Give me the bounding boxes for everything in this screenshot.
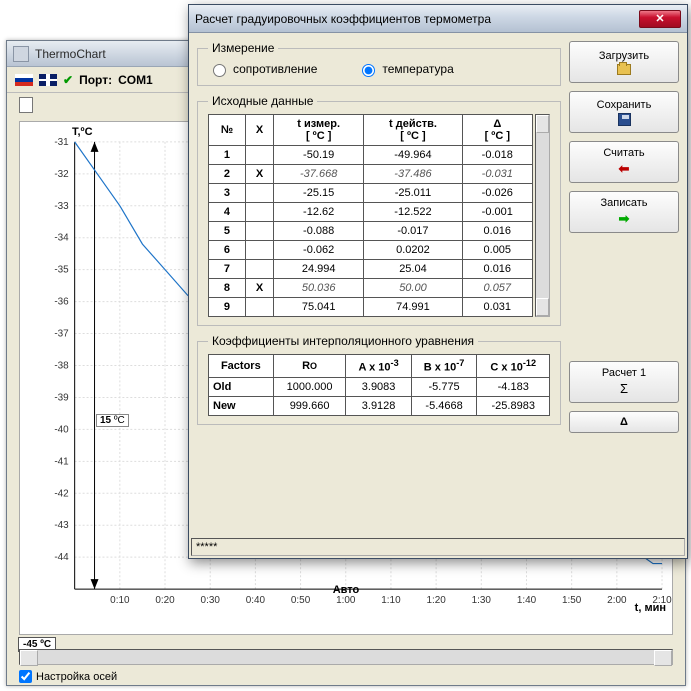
table-row[interactable]: 4-12.62-12.522-0.001: [209, 203, 533, 222]
svg-text:-36: -36: [54, 297, 69, 308]
cursor-value: 15: [100, 415, 111, 426]
svg-text:0:50: 0:50: [291, 595, 311, 606]
dialog-title: Расчет градуировочных коэффициентов терм…: [195, 12, 491, 26]
delta-button[interactable]: Δ: [569, 411, 679, 433]
close-button[interactable]: ✕: [639, 10, 681, 28]
table-row: Old1000.0003.9083-5.775-4.183: [209, 377, 550, 396]
source-table[interactable]: № X t измер.[ ºC ] t действ.[ ºC ] Δ[ ºC…: [208, 114, 533, 317]
svg-text:1:30: 1:30: [472, 595, 492, 606]
svg-text:2:00: 2:00: [607, 595, 627, 606]
dialog-titlebar[interactable]: Расчет градуировочных коэффициентов терм…: [189, 5, 687, 33]
coef-col-r0: RO: [273, 355, 346, 378]
coef-col-a: A x 10-3: [346, 355, 411, 378]
table-row[interactable]: 6-0.0620.02020.005: [209, 241, 533, 260]
table-row[interactable]: 8X50.03650.000.057: [209, 279, 533, 298]
svg-text:-38: -38: [54, 360, 69, 371]
svg-text:0:40: 0:40: [246, 595, 266, 606]
table-row[interactable]: 2X-37.668-37.486-0.031: [209, 165, 533, 184]
save-button[interactable]: Сохранить: [569, 91, 679, 133]
svg-text:1:20: 1:20: [426, 595, 446, 606]
x-axis-label: t, мин: [635, 602, 666, 614]
write-button[interactable]: Записать ➡: [569, 191, 679, 233]
table-row[interactable]: 5-0.088-0.0170.016: [209, 222, 533, 241]
coef-col-factors: Factors: [209, 355, 274, 378]
svg-text:1:50: 1:50: [562, 595, 582, 606]
cursor-unit: ºC: [114, 415, 125, 426]
col-delta: Δ[ ºC ]: [462, 115, 532, 146]
col-tact: t действ.[ ºC ]: [364, 115, 463, 146]
svg-text:-43: -43: [54, 520, 69, 531]
resistance-option[interactable]: сопротивление: [208, 61, 317, 77]
svg-text:-34: -34: [54, 233, 69, 244]
svg-text:-32: -32: [54, 169, 69, 180]
auto-label: Авто: [333, 584, 360, 596]
load-button[interactable]: Загрузить: [569, 41, 679, 83]
resistance-radio[interactable]: [213, 64, 226, 77]
svg-text:-44: -44: [54, 552, 69, 563]
flag-ru-icon[interactable]: [15, 74, 33, 86]
svg-text:-37: -37: [54, 329, 69, 340]
svg-text:-39: -39: [54, 392, 69, 403]
axis-settings-row: Настройка осей: [19, 670, 117, 683]
table-row: New999.6603.9128-5.4668-25.8983: [209, 396, 550, 415]
port-value: COM1: [118, 73, 153, 87]
temperature-radio[interactable]: [362, 64, 375, 77]
axis-settings-checkbox[interactable]: [19, 670, 32, 683]
table-row[interactable]: 1-50.19-49.964-0.018: [209, 146, 533, 165]
document-icon[interactable]: [19, 97, 33, 113]
col-tmeas: t измер.[ ºC ]: [274, 115, 364, 146]
svg-text:0:10: 0:10: [110, 595, 130, 606]
table-v-scrollbar[interactable]: [535, 114, 550, 317]
check-icon: ✔: [63, 73, 73, 87]
h-scrollbar[interactable]: [19, 649, 673, 665]
cursor-readout: 15 ºC: [96, 414, 129, 427]
app-icon: [13, 46, 29, 62]
temperature-option[interactable]: температура: [357, 61, 453, 77]
col-x: X: [245, 115, 273, 146]
app-title: ThermoChart: [35, 47, 106, 61]
table-row[interactable]: 724.99425.040.016: [209, 260, 533, 279]
svg-text:-40: -40: [54, 424, 69, 435]
svg-text:-33: -33: [54, 201, 69, 212]
coefficients-table: Factors RO A x 10-3 B x 10-7 C x 10-12 O…: [208, 354, 550, 416]
measurement-group: Измерение сопротивление температура: [197, 41, 561, 86]
svg-text:1:00: 1:00: [336, 595, 356, 606]
arrow-left-icon: ⬅: [619, 161, 630, 177]
svg-text:-41: -41: [54, 456, 69, 467]
coefficients-group: Коэффициенты интерполяционного уравнения…: [197, 334, 561, 425]
svg-text:-35: -35: [54, 265, 69, 276]
measurement-legend: Измерение: [208, 41, 278, 55]
status-bar: *****: [191, 538, 685, 556]
flag-uk-icon[interactable]: [39, 74, 57, 86]
svg-text:1:10: 1:10: [381, 595, 401, 606]
axis-settings-label: Настройка осей: [36, 671, 117, 683]
floppy-icon: [618, 113, 631, 126]
calc-button[interactable]: Расчет 1 Σ: [569, 361, 679, 403]
calibration-dialog: Расчет градуировочных коэффициентов терм…: [188, 4, 688, 559]
read-button[interactable]: Считать ⬅: [569, 141, 679, 183]
svg-text:1:40: 1:40: [517, 595, 537, 606]
svg-text:-42: -42: [54, 488, 69, 499]
coefficients-legend: Коэффициенты интерполяционного уравнения: [208, 334, 478, 348]
source-data-group: Исходные данные № X t измер.[ ºC ] t дей…: [197, 94, 561, 326]
arrow-right-icon: ➡: [619, 211, 630, 227]
folder-icon: [617, 64, 631, 75]
table-row[interactable]: 3-25.15-25.011-0.026: [209, 184, 533, 203]
source-data-legend: Исходные данные: [208, 94, 317, 108]
sigma-icon: Σ: [620, 381, 628, 396]
table-row[interactable]: 975.04174.9910.031: [209, 298, 533, 317]
svg-text:-31: -31: [54, 137, 69, 148]
svg-text:0:30: 0:30: [201, 595, 221, 606]
chart-footer: [19, 649, 673, 665]
port-label: Порт:: [79, 73, 112, 87]
svg-text:0:20: 0:20: [155, 595, 175, 606]
coef-col-b: B x 10-7: [411, 355, 477, 378]
coef-col-c: C x 10-12: [477, 355, 550, 378]
col-n: №: [209, 115, 246, 146]
